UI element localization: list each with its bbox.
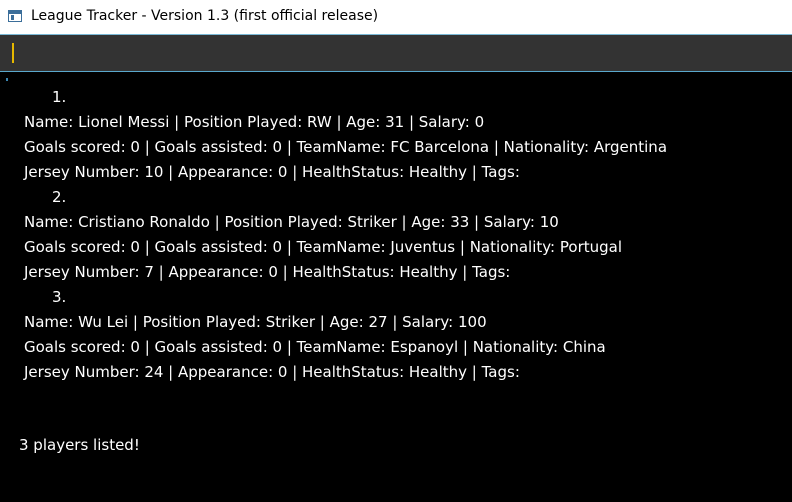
- players-count-summary: 3 players listed!: [19, 436, 140, 454]
- player-info-line: Name: Wu Lei | Position Played: Striker …: [24, 313, 487, 331]
- player-stats-line: Goals scored: 0 | Goals assisted: 0 | Te…: [24, 238, 623, 256]
- player-details-line: Jersey Number: 10 | Appearance: 0 | Heal…: [24, 163, 520, 181]
- player-info-line: Name: Lionel Messi | Position Played: RW…: [24, 113, 485, 131]
- player-stats-line: Goals scored: 0 | Goals assisted: 0 | Te…: [24, 338, 606, 356]
- player-number: 1.: [52, 88, 67, 106]
- command-input[interactable]: [0, 35, 792, 72]
- player-entry: 1. Name: Lionel Messi | Position Played:…: [24, 85, 667, 185]
- player-info-line: Name: Cristiano Ronaldo | Position Playe…: [24, 213, 559, 231]
- player-details-line: Jersey Number: 24 | Appearance: 0 | Heal…: [24, 363, 520, 381]
- text-caret: [12, 43, 14, 63]
- player-number: 2.: [52, 188, 67, 206]
- app-window-icon: [8, 10, 22, 22]
- player-entry: 2. Name: Cristiano Ronaldo | Position Pl…: [24, 185, 667, 285]
- scroll-marker: [6, 78, 8, 81]
- player-details-line: Jersey Number: 7 | Appearance: 0 | Healt…: [24, 263, 511, 281]
- player-stats-line: Goals scored: 0 | Goals assisted: 0 | Te…: [24, 138, 668, 156]
- player-list: 1. Name: Lionel Messi | Position Played:…: [24, 85, 667, 385]
- app-window: League Tracker - Version 1.3 (first offi…: [0, 0, 792, 502]
- player-number: 3.: [52, 288, 67, 306]
- output-area: 1. Name: Lionel Messi | Position Played:…: [0, 73, 792, 502]
- title-bar[interactable]: League Tracker - Version 1.3 (first offi…: [0, 0, 792, 35]
- window-title: League Tracker - Version 1.3 (first offi…: [31, 8, 379, 24]
- player-entry: 3. Name: Wu Lei | Position Played: Strik…: [24, 285, 667, 385]
